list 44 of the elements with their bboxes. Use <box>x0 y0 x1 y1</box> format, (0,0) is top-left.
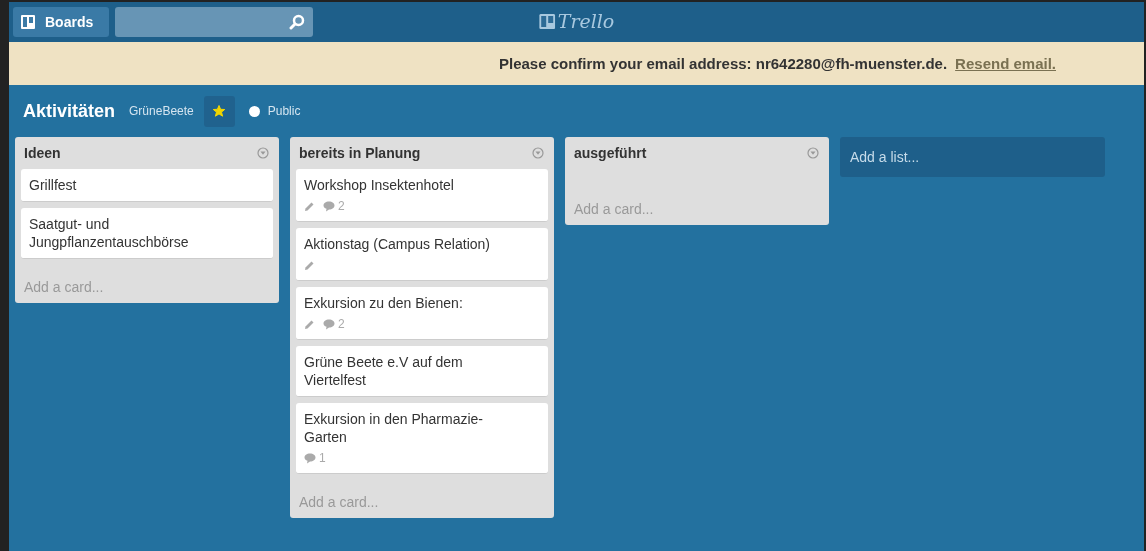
comment-count: 2 <box>338 316 345 333</box>
search-icon <box>289 14 305 30</box>
team-name[interactable]: GrüneBeete <box>129 104 194 118</box>
add-list-button[interactable]: Add a list... <box>840 137 1105 177</box>
card-title: Exkursion zu den Bienen: <box>304 295 463 311</box>
logo-text: Trello <box>557 10 615 32</box>
card-title: Aktionstag (Campus Relation) <box>304 236 490 252</box>
comment-icon <box>304 452 316 464</box>
card-title: Workshop Insektenhotel <box>304 177 454 193</box>
card[interactable]: Saatgut- und Jungpflanzentauschbörse <box>21 208 273 259</box>
boards-button[interactable]: Boards <box>13 7 109 37</box>
card[interactable]: Grillfest <box>21 169 273 202</box>
list-menu-icon[interactable] <box>532 147 544 159</box>
banner-message: Please confirm your email address: nr642280@fh-muenster.de. <box>498 55 948 72</box>
card-title: Grillfest <box>29 177 77 193</box>
resend-email-link[interactable]: Resend email. <box>955 55 1056 72</box>
card[interactable]: Exkursion zu den Bienen: 2 <box>296 287 548 340</box>
list-title[interactable]: ausgeführt <box>574 145 647 161</box>
logo[interactable]: Trello <box>538 10 615 32</box>
comment-icon <box>323 200 335 212</box>
comment-icon <box>323 318 335 330</box>
logo-icon <box>538 13 555 29</box>
list-title[interactable]: bereits in Planung <box>299 145 421 161</box>
boards-icon <box>21 15 35 29</box>
pencil-icon <box>304 318 315 330</box>
star-icon <box>213 105 226 117</box>
card-title: Saatgut- und Jungpflanzentauschbörse <box>29 216 189 250</box>
list-title[interactable]: Ideen <box>24 145 61 161</box>
pencil-icon <box>304 200 315 212</box>
comment-count: 2 <box>338 198 345 215</box>
card[interactable]: Exkursion in den Pharmazie-Garten 1 <box>296 403 548 474</box>
card[interactable]: Workshop Insektenhotel 2 <box>296 169 548 222</box>
card-title: Grüne Beete e.V auf dem Viertelfest <box>304 354 463 388</box>
list-menu-icon[interactable] <box>257 147 269 159</box>
card[interactable]: Aktionstag (Campus Relation) <box>296 228 548 281</box>
list-menu-icon[interactable] <box>807 147 819 159</box>
board-title[interactable]: Aktivitäten <box>23 100 116 122</box>
card[interactable]: Grüne Beete e.V auf dem Viertelfest <box>296 346 548 397</box>
pencil-icon <box>304 259 315 271</box>
star-button[interactable] <box>203 95 235 127</box>
comment-count: 1 <box>319 450 326 467</box>
search-field[interactable] <box>115 7 313 37</box>
visibility-button[interactable]: Public <box>248 104 301 118</box>
card-title: Exkursion in den Pharmazie-Garten <box>304 411 483 445</box>
